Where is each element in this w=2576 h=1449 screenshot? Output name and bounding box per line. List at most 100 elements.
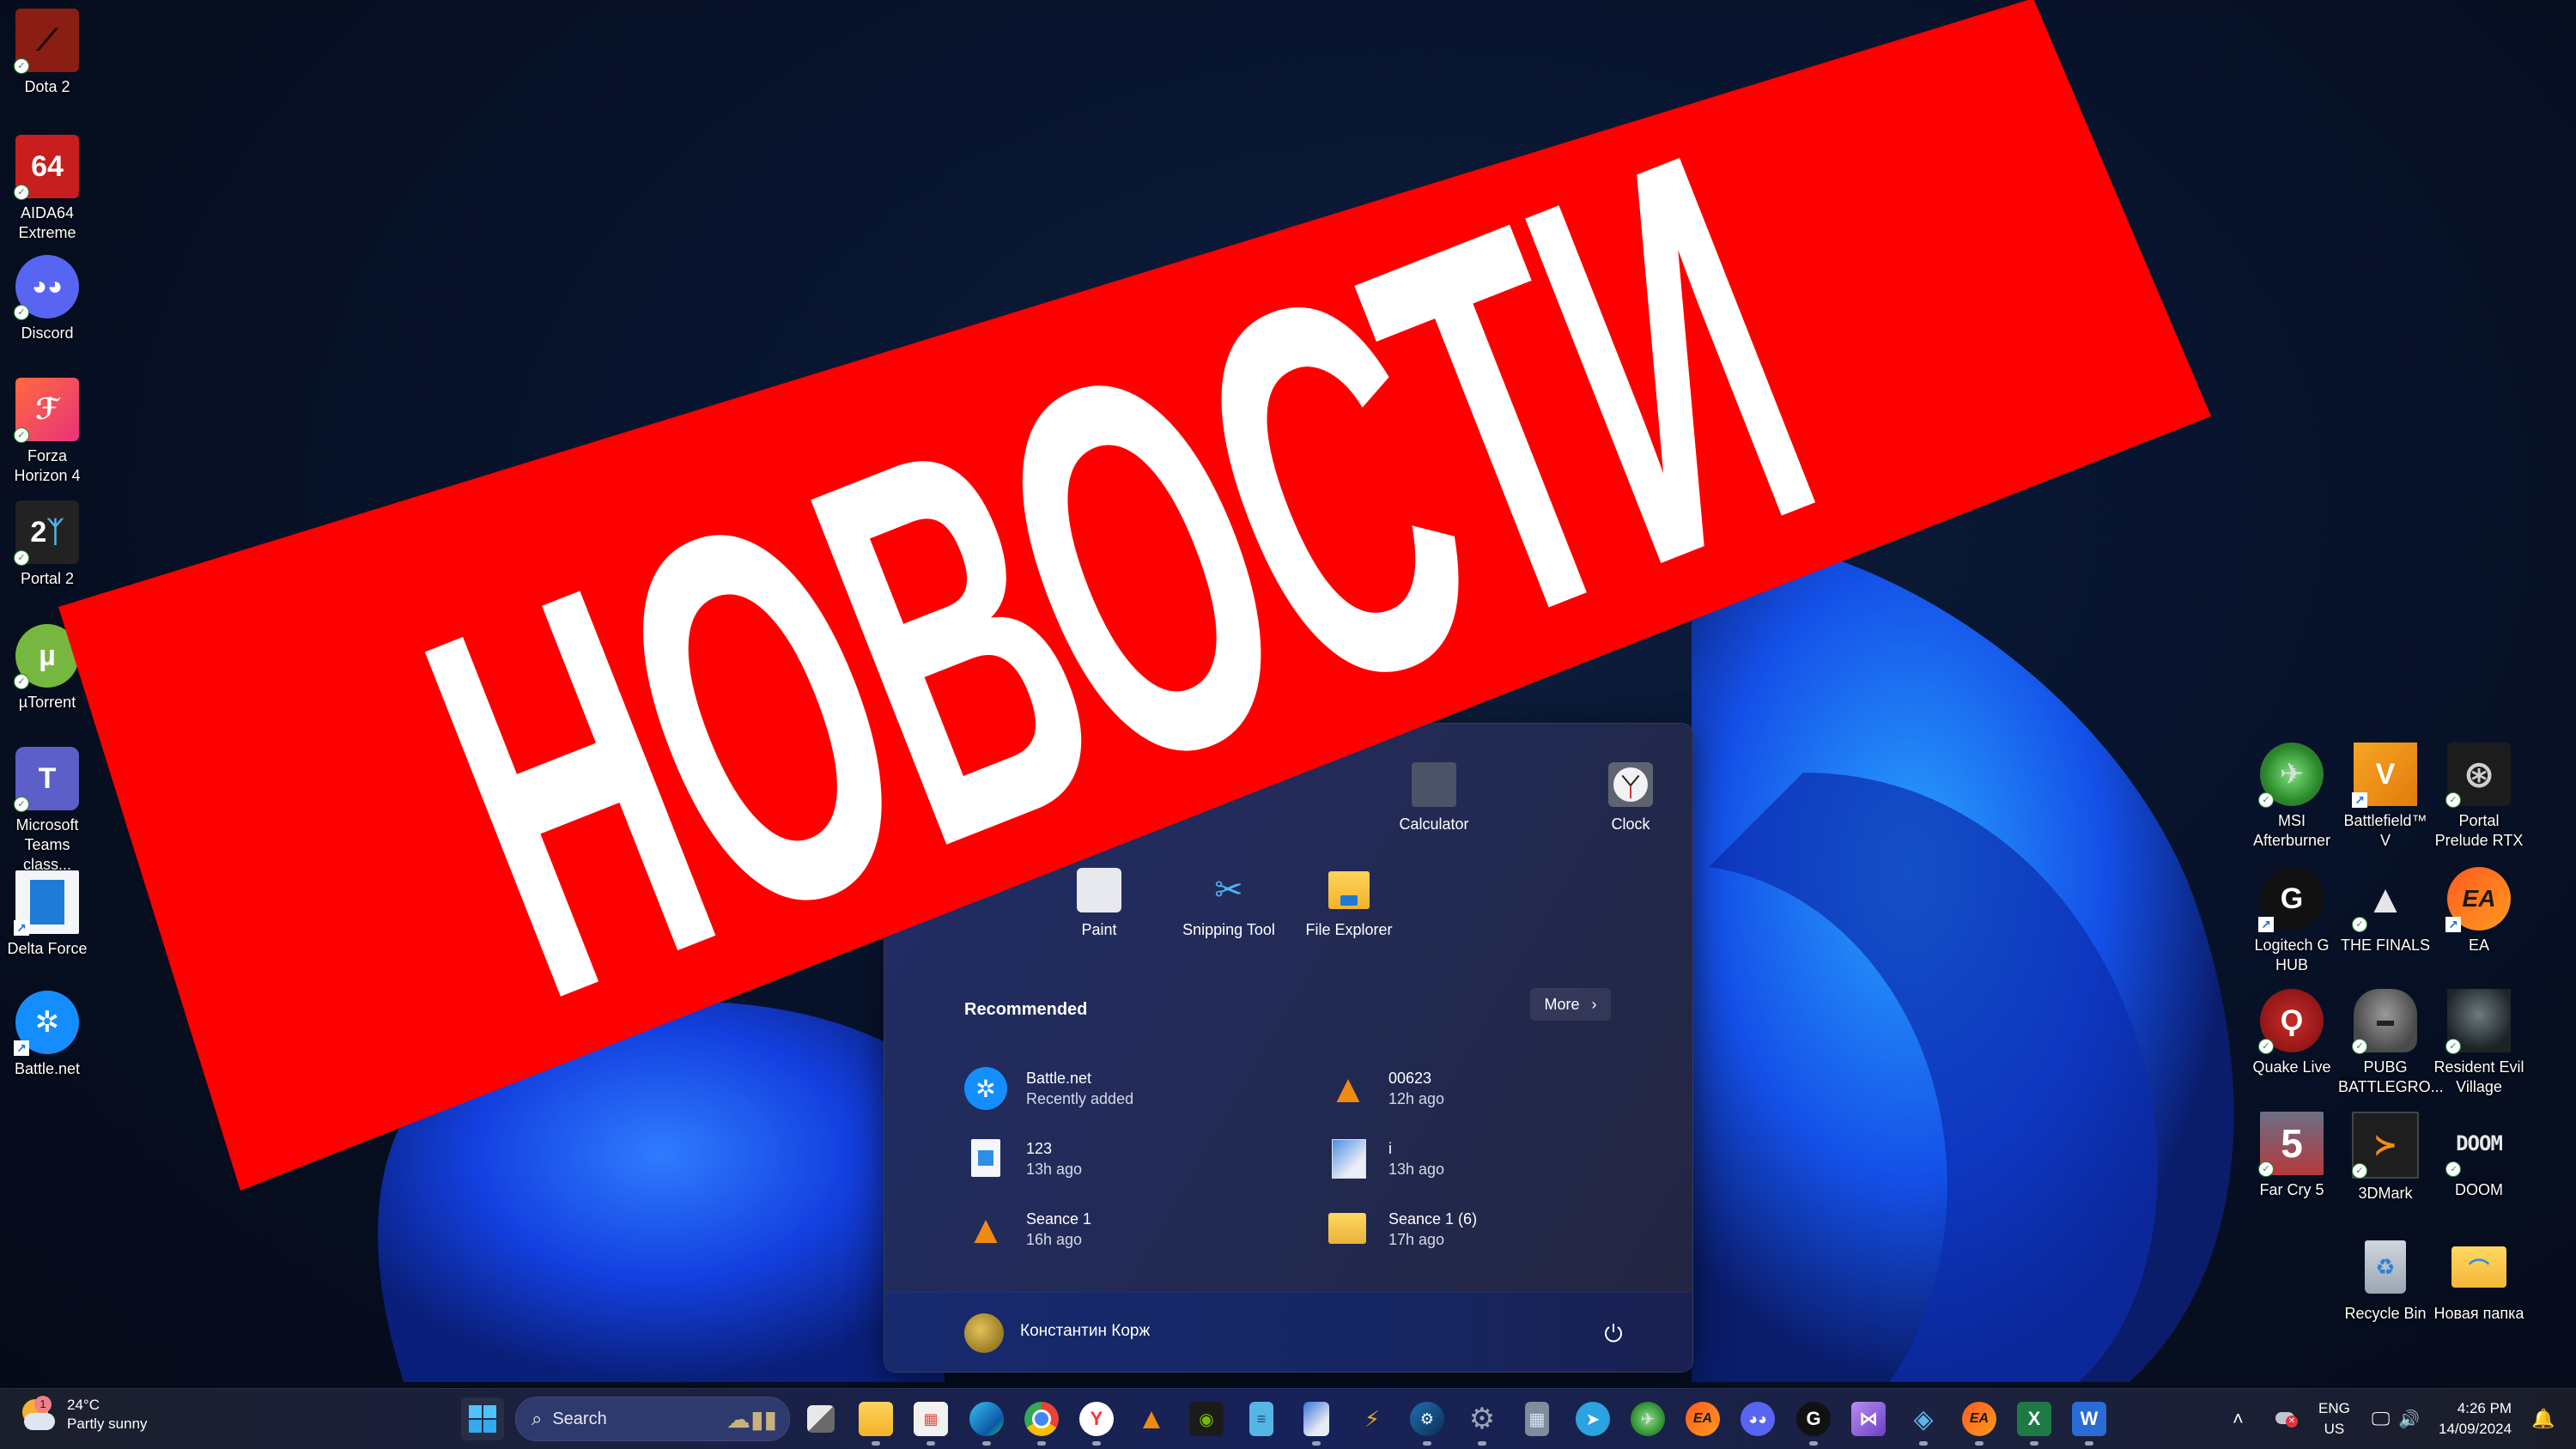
desktop-icon-ea[interactable]: EA ↗ EA <box>2432 867 2526 955</box>
desktop-icon-portal-prelude[interactable]: ⊛ ✓ Portal Prelude RTX <box>2432 743 2526 851</box>
user-avatar[interactable] <box>964 1313 1004 1353</box>
taskbar-app-task-view[interactable] <box>799 1397 842 1440</box>
sync-status-icon: ✓ <box>14 674 29 689</box>
more-button-label: More <box>1544 995 1580 1013</box>
taskbar-app-edge[interactable] <box>965 1397 1008 1446</box>
taskbar-app-telegram[interactable]: ➤ <box>1571 1397 1614 1440</box>
desktop-icon-msi-afterburner[interactable]: ✈ ✓ MSI Afterburner <box>2245 743 2339 851</box>
taskbar-app-chrome[interactable] <box>1020 1397 1063 1446</box>
taskbar-app-settings[interactable]: ⚙ <box>1461 1397 1504 1446</box>
taskbar-date: 14/09/2024 <box>2439 1421 2512 1437</box>
language-indicator[interactable]: ENG US <box>2318 1389 2350 1449</box>
taskbar-app-paint[interactable] <box>1295 1397 1338 1446</box>
desktop-icon-label: Delta Force <box>7 940 88 957</box>
pinned-app-snipping-tool[interactable]: ✂ Snipping Tool <box>1169 868 1289 939</box>
desktop-icon-recycle-bin[interactable]: ♻ Recycle Bin <box>2338 1235 2433 1324</box>
desktop-icon-label: Recycle Bin <box>2344 1305 2427 1322</box>
doom-icon: DOOM ✓ <box>2445 1112 2511 1177</box>
more-button[interactable]: More › <box>1530 988 1611 1021</box>
recommended-item[interactable]: 123 13h ago <box>964 1137 1291 1180</box>
taskbar-search[interactable]: ⌕ Search ☁▮▮ <box>515 1397 790 1441</box>
portal2-icon: 2 ᛉ ✓ <box>14 500 79 566</box>
taskbar-app-nvidia[interactable]: ◉ <box>1185 1397 1228 1440</box>
desktop-icon-utorrent[interactable]: µ ✓ µTorrent <box>0 624 94 712</box>
taskbar-app-discord[interactable]: ◕◕ <box>1736 1397 1779 1440</box>
desktop-icon-label: Far Cry 5 <box>2259 1181 2324 1198</box>
onedrive-error-button[interactable]: ✕ <box>2275 1389 2300 1449</box>
desktop-icon-3dmark[interactable]: ≻ ✓ 3DMark <box>2338 1112 2433 1203</box>
taskbar-app-winamp[interactable]: ⚡ <box>1351 1397 1394 1440</box>
recommended-item[interactable]: ✲ Battle.net Recently added <box>964 1067 1291 1110</box>
desktop-icon-the-finals[interactable]: ▲ ✓ THE FINALS <box>2338 867 2433 955</box>
recommended-item-name: Seance 1 <box>1026 1210 1092 1228</box>
keyboard-region: US <box>2324 1421 2345 1437</box>
desktop-icon-label: PUBG BATTLEGRO... <box>2338 1058 2444 1095</box>
recommended-item[interactable]: i 13h ago <box>1327 1137 1653 1180</box>
recommended-item-time: Recently added <box>1026 1090 1134 1107</box>
weather-widget[interactable]: 1 24°C Partly sunny <box>21 1396 148 1434</box>
taskbar-app-microsoft-store[interactable]: ▦ <box>909 1397 952 1446</box>
clock-date-button[interactable]: 4:26 PM 14/09/2024 <box>2439 1389 2512 1449</box>
ea-icon: EA <box>1962 1402 1996 1436</box>
battlenet-icon: ✲ <box>964 1067 1007 1110</box>
taskbar-app-notepad[interactable]: ≡ <box>1240 1397 1283 1440</box>
desktop-icon-discord[interactable]: ◕◕ ✓ Discord <box>0 255 94 343</box>
sync-status-icon: ✓ <box>2352 1039 2367 1054</box>
taskbar-app-msi-afterburner[interactable]: ✈ <box>1626 1397 1669 1440</box>
desktop-icon-aida64[interactable]: 64 ✓ AIDA64 Extreme <box>0 135 94 243</box>
re-village-icon: ✓ <box>2445 989 2511 1054</box>
sync-status-icon: ✓ <box>2445 792 2461 808</box>
desktop-icon-re-village[interactable]: ✓ Resident Evil Village <box>2432 989 2526 1097</box>
quick-settings-button[interactable]: 🖵 🔊 <box>2372 1389 2420 1449</box>
taskbar-app-word[interactable]: W <box>2068 1397 2111 1446</box>
desktop-icon-label: Dota 2 <box>24 78 70 95</box>
pinned-app-label: Snipping Tool <box>1182 921 1275 938</box>
pinned-app-clock[interactable]: Clock <box>1571 762 1691 834</box>
taskbar-app-ea-2[interactable]: EA <box>1958 1397 2001 1446</box>
desktop-icon-doom[interactable]: DOOM ✓ DOOM <box>2432 1112 2526 1200</box>
taskbar-app-vlc[interactable]: ▲ <box>1130 1397 1173 1440</box>
recommended-item[interactable]: ▲ Seance 1 16h ago <box>964 1208 1291 1251</box>
taskbar-app-excel[interactable]: X <box>2013 1397 2056 1446</box>
desktop-icon-logitech[interactable]: G ↗ Logitech G HUB <box>2245 867 2339 975</box>
taskbar-app-network-tool[interactable]: ◈ <box>1902 1397 1945 1446</box>
desktop-icon-portal2[interactable]: 2 ᛉ ✓ Portal 2 <box>0 500 94 589</box>
start-button[interactable] <box>461 1397 504 1440</box>
pinned-app-paint[interactable]: Paint <box>1039 868 1159 939</box>
partly-sunny-icon: 1 <box>21 1396 58 1434</box>
pinned-app-file-explorer[interactable]: File Explorer <box>1289 868 1409 939</box>
desktop-icon-label: Discord <box>21 324 74 342</box>
taskbar-app-yandex[interactable]: Y <box>1075 1397 1118 1446</box>
desktop-icon-battlenet[interactable]: ✲ ↗ Battle.net <box>0 991 94 1079</box>
pubg-icon: ▬ ✓ <box>2352 989 2417 1054</box>
taskbar-app-file-explorer[interactable] <box>854 1397 897 1446</box>
taskbar-app-visual-studio[interactable]: ⋈ <box>1847 1397 1890 1440</box>
user-name[interactable]: Константин Корж <box>1020 1322 1150 1341</box>
taskbar-app-calculator[interactable]: ▦ <box>1516 1397 1558 1440</box>
sync-status-icon: ✓ <box>14 58 29 74</box>
desktop-icon-teams[interactable]: T ✓ Microsoft Teams class... <box>0 747 94 875</box>
task-view-icon <box>807 1405 835 1433</box>
desktop-icon-farcry5[interactable]: 5 ✓ Far Cry 5 <box>2245 1112 2339 1200</box>
show-hidden-icons-button[interactable]: ˄ <box>2233 1389 2244 1449</box>
desktop-icon-dota2[interactable]: ⟋ ✓ Dota 2 <box>0 9 94 97</box>
power-button[interactable] <box>1597 1317 1630 1349</box>
vlc-icon: ▲ <box>1137 1402 1166 1435</box>
desktop-icon-delta-force[interactable]: ↗ Delta Force <box>0 870 94 959</box>
chevron-up-icon: ˄ <box>2233 1408 2244 1429</box>
desktop-icon-new-folder[interactable]: ⌒ Новая папка <box>2432 1235 2526 1324</box>
desktop-icon-forza[interactable]: ℱ ✓ Forza Horizon 4 <box>0 378 94 486</box>
notifications-button[interactable]: 🔔 <box>2531 1389 2555 1449</box>
recommended-item-time: 13h ago <box>1026 1161 1083 1178</box>
desktop-icon-pubg[interactable]: ▬ ✓ PUBG BATTLEGRO... <box>2338 989 2444 1097</box>
desktop-icon-battlefield[interactable]: V ↗ Battlefield™ V <box>2338 743 2433 851</box>
taskbar-app-logitech[interactable]: G <box>1792 1397 1835 1446</box>
ea-icon: EA <box>1686 1402 1720 1436</box>
taskbar-app-steam[interactable]: ⚙ <box>1406 1397 1449 1446</box>
network-icon: 🖵 <box>2372 1408 2391 1429</box>
recommended-item[interactable]: ▲ 00623 12h ago <box>1327 1067 1653 1110</box>
desktop-icon-quake[interactable]: Ϙ ✓ Quake Live <box>2245 989 2339 1077</box>
recommended-item[interactable]: Seance 1 (6) 17h ago <box>1327 1208 1653 1251</box>
pinned-app-calculator[interactable]: Calculator <box>1374 762 1494 834</box>
taskbar-app-ea[interactable]: EA <box>1681 1397 1724 1440</box>
